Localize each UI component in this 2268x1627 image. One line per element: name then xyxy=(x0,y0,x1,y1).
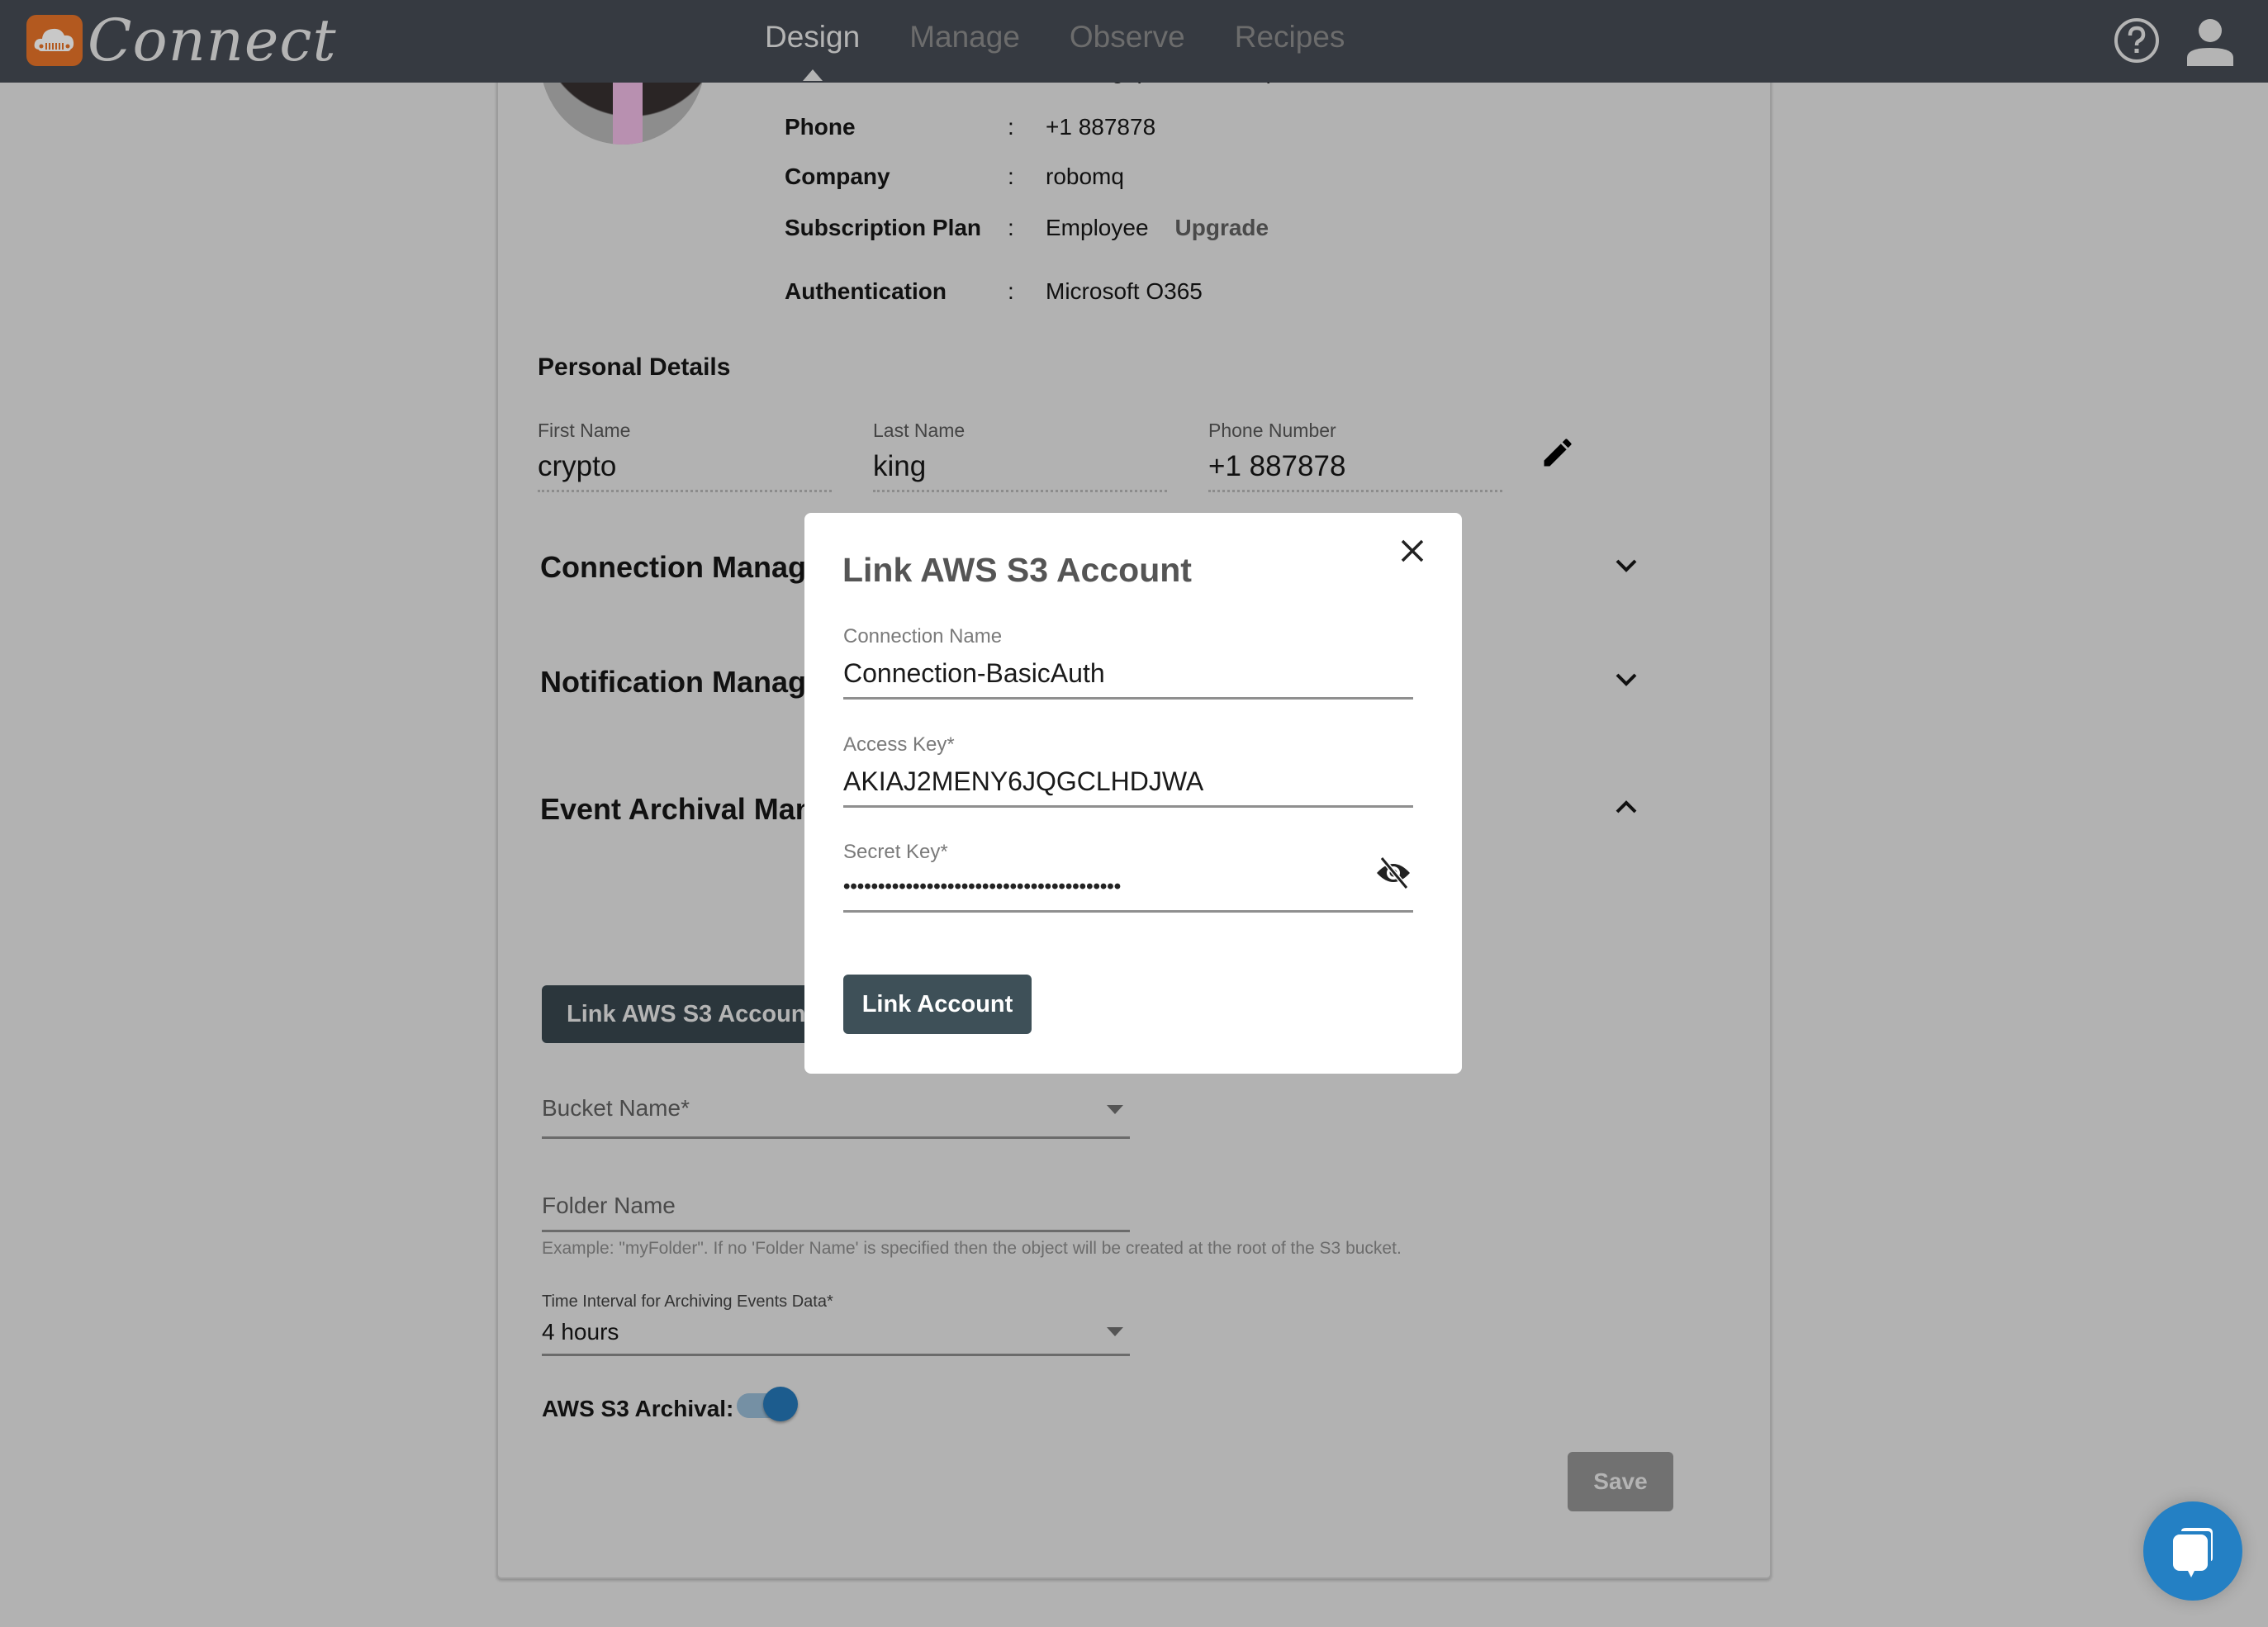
time-interval-select[interactable]: 4 hours xyxy=(542,1319,1130,1356)
authentication-label: Authentication xyxy=(785,278,947,304)
link-account-button[interactable]: Link Account xyxy=(843,975,1032,1034)
secret-key-masked-value[interactable]: •••••••••••••••••••••••••••••••••••••••• xyxy=(843,875,1413,910)
time-interval-value: 4 hours xyxy=(542,1319,619,1345)
subscription-row: Subscription Plan : Employee Upgrade xyxy=(785,215,1269,241)
nav-tab-design[interactable]: Design xyxy=(765,20,860,55)
secret-key-input[interactable]: Secret Key* ••••••••••••••••••••••••••••… xyxy=(843,841,1413,913)
last-name-field[interactable]: Last Name king xyxy=(873,420,1167,492)
nav-tab-manage[interactable]: Manage xyxy=(909,20,1020,55)
first-name-field[interactable]: First Name crypto xyxy=(538,420,832,492)
top-navbar: Connect Design Manage Observe Recipes xyxy=(0,0,2268,83)
dropdown-arrow-icon[interactable] xyxy=(1107,1327,1123,1336)
link-aws-s3-modal: Link AWS S3 Account Connection Name Conn… xyxy=(804,513,1462,1074)
folder-name-placeholder: Folder Name xyxy=(542,1193,676,1218)
bucket-name-placeholder: Bucket Name* xyxy=(542,1095,690,1121)
visibility-off-icon[interactable] xyxy=(1375,856,1412,894)
separator: : xyxy=(1008,278,1014,304)
first-name-label: First Name xyxy=(538,420,631,441)
nav-tab-observe[interactable]: Observe xyxy=(1070,20,1185,55)
brand-name[interactable]: Connect xyxy=(88,7,337,74)
modal-title: Link AWS S3 Account xyxy=(842,551,1192,589)
company-row: Company : robomq xyxy=(785,164,1124,190)
subscription-value: Employee xyxy=(1046,215,1149,240)
nav-tab-recipes[interactable]: Recipes xyxy=(1235,20,1345,55)
separator: : xyxy=(1008,164,1014,189)
folder-name-hint: Example: "myFolder". If no 'Folder Name'… xyxy=(542,1239,1402,1258)
connect-logo-icon[interactable] xyxy=(26,15,83,66)
phone-number-value[interactable]: +1 887878 xyxy=(1208,450,1502,492)
upgrade-link[interactable]: Upgrade xyxy=(1175,215,1269,241)
personal-details-title: Personal Details xyxy=(538,353,731,381)
save-button[interactable]: Save xyxy=(1568,1452,1673,1511)
first-name-value[interactable]: crypto xyxy=(538,450,832,492)
secret-key-label: Secret Key* xyxy=(843,841,948,863)
chevron-down-icon[interactable] xyxy=(1616,672,1637,691)
phone-number-label: Phone Number xyxy=(1208,420,1336,441)
close-icon[interactable] xyxy=(1399,538,1426,568)
access-key-value[interactable]: AKIAJ2MENY6JQGCLHDJWA xyxy=(843,766,1413,805)
dropdown-arrow-icon[interactable] xyxy=(1107,1105,1123,1114)
chat-widget-button[interactable] xyxy=(2143,1501,2242,1601)
separator: : xyxy=(1008,114,1014,140)
subscription-label: Subscription Plan xyxy=(785,215,982,240)
connection-name-input[interactable]: Connection Name Connection-BasicAuth xyxy=(843,625,1413,700)
edit-pencil-icon[interactable] xyxy=(1540,434,1576,475)
main-nav: Design Manage Observe Recipes xyxy=(765,20,1394,55)
company-value: robomq xyxy=(1046,164,1124,189)
separator: : xyxy=(1008,215,1014,240)
chat-bubble-icon xyxy=(2173,1528,2213,1577)
time-interval-label: Time Interval for Archiving Events Data* xyxy=(542,1293,833,1311)
bucket-name-select[interactable]: Bucket Name* xyxy=(542,1095,1130,1139)
phone-value: +1 887878 xyxy=(1046,114,1156,140)
aws-s3-archival-label: AWS S3 Archival: xyxy=(542,1396,734,1421)
chevron-down-icon[interactable] xyxy=(1616,558,1637,577)
connection-name-value[interactable]: Connection-BasicAuth xyxy=(843,658,1413,697)
phone-number-field[interactable]: Phone Number +1 887878 xyxy=(1208,420,1502,492)
user-account-icon[interactable] xyxy=(2185,18,2235,70)
phone-row: Phone : +1 887878 xyxy=(785,114,1155,140)
folder-name-input[interactable]: Folder Name xyxy=(542,1193,1130,1232)
connection-name-label: Connection Name xyxy=(843,625,1003,647)
access-key-input[interactable]: Access Key* AKIAJ2MENY6JQGCLHDJWA xyxy=(843,733,1413,808)
company-label: Company xyxy=(785,164,890,189)
aws-s3-archival-toggle[interactable] xyxy=(737,1387,798,1421)
last-name-value[interactable]: king xyxy=(873,450,1167,492)
chevron-up-icon[interactable] xyxy=(1616,799,1637,818)
authentication-value: Microsoft O365 xyxy=(1046,278,1203,304)
authentication-row: Authentication : Microsoft O365 xyxy=(785,278,1203,305)
help-circle-icon[interactable] xyxy=(2113,17,2161,69)
access-key-label: Access Key* xyxy=(843,733,955,756)
phone-label: Phone xyxy=(785,114,856,140)
link-aws-s3-account-button[interactable]: Link AWS S3 Account xyxy=(542,985,823,1043)
last-name-label: Last Name xyxy=(873,420,966,441)
